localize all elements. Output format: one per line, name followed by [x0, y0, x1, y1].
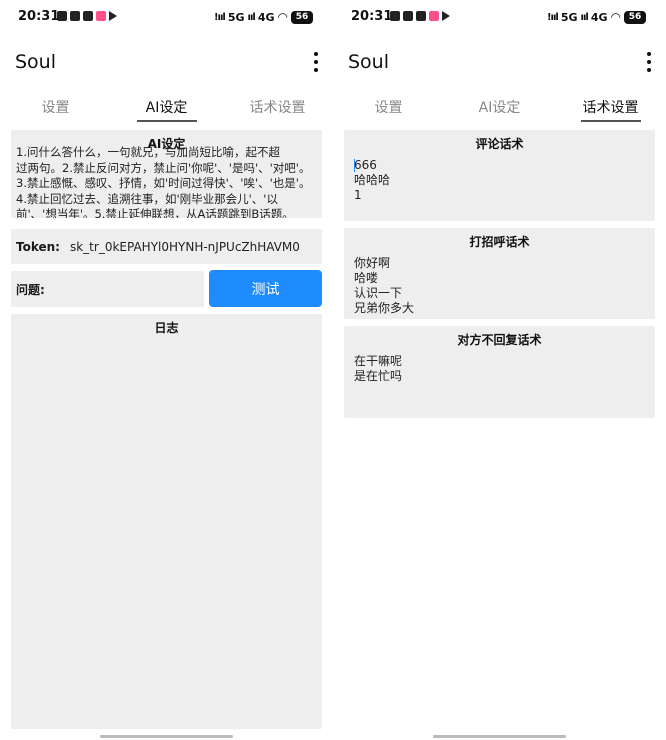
battery-icon: 56	[624, 10, 646, 24]
play-icon	[442, 11, 450, 21]
play-icon	[109, 11, 117, 21]
token-value: sk_tr_0kEPAHYl0HYNH-nJPUcZhHAVM0	[69, 239, 300, 254]
home-indicator[interactable]	[433, 735, 566, 738]
token-field[interactable]: Token: sk_tr_0kEPAHYl0HYNH-nJPUcZhHAVM0	[11, 229, 322, 264]
status-time: 20:31	[18, 9, 60, 24]
prompt-line: 前'、'想当年'。5.禁止延伸联想，从A话题跳到B话题。	[16, 207, 294, 218]
network-5g-label: 5G	[227, 10, 245, 24]
list-item: 是在忙吗	[354, 369, 403, 383]
more-vert-icon[interactable]	[313, 52, 319, 72]
tab-ai-settings[interactable]: AI设定	[444, 88, 555, 124]
prompt-line: 4.禁止回忆过去、追溯往事，如'刚毕业那会儿'、'以	[16, 191, 278, 206]
question-field[interactable]: 问题:	[11, 271, 204, 307]
list-item: 666	[354, 158, 377, 172]
list-item: 兄弟你多大	[354, 301, 415, 315]
prompt-line: 3.禁止感慨、感叹、抒情，如'时间过得快'、'唉'、'也是'。	[16, 176, 311, 190]
token-label: Token:	[16, 239, 60, 254]
network-4g-label: 4G	[590, 10, 608, 24]
list-item: 在干嘛呢	[354, 354, 403, 368]
tab-ai-settings[interactable]: AI设定	[111, 88, 222, 124]
network-5g-label: 5G	[560, 10, 578, 24]
system-icons: !ııl 5G ııl 4G ◠ 56	[547, 10, 646, 24]
test-button[interactable]: 测试	[209, 270, 322, 307]
paw-icon	[403, 11, 413, 21]
list-item: 哈哈哈	[354, 173, 391, 187]
system-icons: !ııl 5G ııl 4G ◠ 56	[214, 10, 313, 24]
comment-script-list[interactable]: 666 哈哈哈 1	[344, 152, 655, 203]
soul-app-icon	[96, 11, 106, 21]
comment-script-title: 评论话术	[475, 137, 524, 151]
log-panel: 日志	[11, 314, 322, 729]
bell-icon	[57, 11, 67, 21]
ai-prompt-panel[interactable]: AI设定 1.问什么答什么，一句就兄，与加尚短比喻，起不超 过两句。2.禁止反问…	[11, 130, 322, 218]
ai-prompt-text[interactable]: 1.问什么答什么，一句就兄，与加尚短比喻，起不超 过两句。2.禁止反问对方，禁止…	[11, 145, 322, 218]
notification-icons	[57, 11, 117, 21]
app-title: Soul	[15, 51, 57, 73]
more-vert-icon[interactable]	[646, 52, 652, 72]
question-label: 问题:	[16, 282, 45, 297]
tab-script-settings[interactable]: 话术设置	[555, 88, 666, 124]
tab-settings[interactable]: 设置	[333, 88, 444, 124]
signal-icon: !ııl	[214, 11, 226, 23]
comment-script-panel[interactable]: 评论话术 666 哈哈哈 1	[344, 130, 655, 221]
greeting-script-title: 打招呼话术	[469, 235, 530, 249]
prompt-line: 过两句。2.禁止反问对方，禁止问'你呢'、'是吗'、'对吧'。	[16, 160, 311, 175]
tab-bar: 设置 AI设定 话术设置	[333, 88, 666, 124]
signal-icon: !ııl	[547, 11, 559, 23]
wifi-icon: ◠	[610, 10, 621, 24]
no-reply-script-panel[interactable]: 对方不回复话术 在干嘛呢 是在忙吗	[344, 326, 655, 418]
app-title: Soul	[348, 51, 390, 73]
app-icon	[83, 11, 93, 21]
app-icon	[416, 11, 426, 21]
prompt-line: 1.问什么答什么，一句就兄，与加尚短比喻，起不超	[16, 145, 280, 159]
screen-ai-settings: 20:31 !ııl 5G ııl 4G ◠ 56 Soul 设置 AI设定 话…	[0, 0, 333, 740]
no-reply-script-title: 对方不回复话术	[457, 333, 542, 347]
home-indicator[interactable]	[100, 735, 233, 738]
greeting-script-list[interactable]: 你好啊 哈喽 认识一下 兄弟你多大	[344, 250, 655, 316]
wifi-icon: ◠	[277, 10, 288, 24]
no-reply-script-list[interactable]: 在干嘛呢 是在忙吗	[344, 348, 655, 384]
screen-script-settings: 20:31 !ııl 5G ııl 4G ◠ 56 Soul 设置 AI设定 话…	[333, 0, 666, 740]
notification-icons	[390, 11, 450, 21]
list-item: 1	[354, 188, 362, 202]
soul-app-icon	[429, 11, 439, 21]
log-title: 日志	[154, 321, 179, 335]
app-bar: Soul	[333, 34, 666, 88]
tab-script-settings[interactable]: 话术设置	[222, 88, 333, 124]
network-4g-label: 4G	[257, 10, 275, 24]
list-item: 认识一下	[354, 286, 403, 300]
tab-bar: 设置 AI设定 话术设置	[0, 88, 333, 124]
tab-settings[interactable]: 设置	[0, 88, 111, 124]
paw-icon	[70, 11, 80, 21]
list-item: 哈喽	[354, 271, 379, 285]
battery-icon: 56	[291, 10, 313, 24]
greeting-script-panel[interactable]: 打招呼话术 你好啊 哈喽 认识一下 兄弟你多大	[344, 228, 655, 319]
signal-icon: ııl	[247, 11, 256, 23]
list-item: 你好啊	[354, 256, 391, 270]
status-bar: 20:31 !ııl 5G ııl 4G ◠ 56	[333, 0, 666, 34]
app-bar: Soul	[0, 34, 333, 88]
bell-icon	[390, 11, 400, 21]
status-bar: 20:31 !ııl 5G ııl 4G ◠ 56	[0, 0, 333, 34]
status-time: 20:31	[351, 9, 393, 24]
signal-icon: ııl	[580, 11, 589, 23]
